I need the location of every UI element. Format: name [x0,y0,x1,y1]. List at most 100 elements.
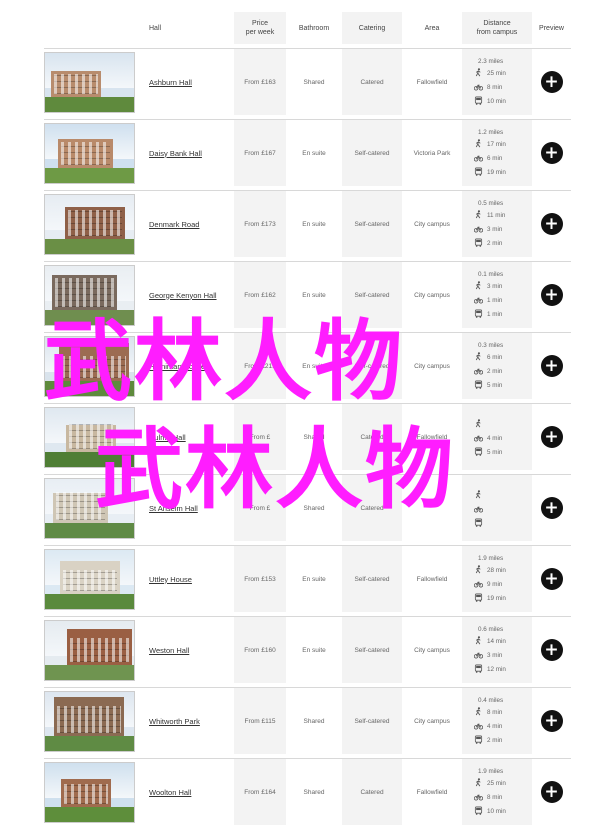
plus-icon: + [544,142,559,163]
plus-icon: + [544,284,559,305]
bathroom-value: Shared [303,433,325,441]
hall-link-whitworth-park[interactable]: Whitworth Park [149,717,200,726]
header-price-line1: Price [252,20,268,27]
walking-person-icon [474,490,483,501]
hall-link-horniman-house[interactable]: Horniman House [149,362,205,371]
bus-icon [474,308,483,320]
distance-miles: 0.5 miles [478,199,504,207]
hall-photo[interactable] [44,761,135,823]
bathroom-value: Shared [303,504,325,512]
header-image-spacer [44,12,142,44]
distance-cell: 2.3 miles 25 min 8 min 10 min [462,49,532,115]
bus-time: 1 min [487,310,503,318]
table-row: St Anselm Hall From £ Shared Catered + [44,474,571,541]
table-row: Whitworth Park From £115 Shared Self-cat… [44,687,571,754]
bus-icon [474,592,483,604]
bathroom-value: En suite [302,220,326,228]
hall-link-daisy-bank-hall[interactable]: Daisy Bank Hall [149,149,202,158]
walk-time: 25 min [487,69,506,77]
hall-photo[interactable] [44,619,135,681]
table-row: George Kenyon Hall From £162 En suite Se… [44,261,571,328]
cycle-time: 3 min [487,225,503,233]
catering-value: Catered [360,78,384,86]
walking-person-icon [474,777,483,789]
preview-plus-button[interactable]: + [540,426,563,448]
area-value: City campus [414,646,450,654]
price-value: From £115 [244,717,276,725]
catering-value: Self-catered [354,291,390,299]
preview-plus-button[interactable]: + [540,710,563,732]
area-value: City campus [414,291,450,299]
walk-time: 17 min [487,140,506,148]
hall-link-hulme-hall[interactable]: Hulme Hall [149,433,186,442]
hall-photo[interactable] [44,51,135,113]
hall-photo[interactable] [44,264,135,326]
plus-icon: + [544,71,559,92]
table-header: Hall Price per week Bathroom Catering Are… [44,12,571,44]
hall-name-cell: Woolton Hall [142,759,234,825]
preview-plus-button[interactable]: + [540,355,563,377]
hall-name-cell: Weston Hall [142,617,234,683]
bus-icon [474,447,483,458]
hall-photo[interactable] [44,406,135,468]
hall-photo[interactable] [44,690,135,752]
preview-plus-button[interactable]: + [540,781,563,803]
hall-name-cell: Hulme Hall [142,404,234,470]
bus-time: 2 min [487,239,503,247]
preview-plus-button[interactable]: + [540,568,563,590]
hall-photo[interactable] [44,122,135,184]
preview-plus-button[interactable]: + [540,142,563,164]
catering-value: Self-catered [354,575,390,583]
area-value: Fallowfield [416,433,448,441]
catering-value: Self-catered [354,149,390,157]
walking-person-icon [474,209,483,221]
distance-cell: 0.6 miles 14 min 3 min 12 min [462,617,532,683]
preview-plus-button[interactable]: + [540,639,563,661]
hall-link-denmark-road[interactable]: Denmark Road [149,220,199,229]
header-distance-line2: from campus [476,29,518,36]
preview-plus-button[interactable]: + [540,497,563,519]
hall-link-ashburn-hall[interactable]: Ashburn Hall [149,78,192,87]
distance-cell: 4 min 5 min [462,404,532,470]
hall-name-cell: Horniman House [142,333,234,399]
table-row: Uttley House From £153 En suite Self-cat… [44,545,571,612]
row-thumbnail-cell [44,475,142,541]
price-value: From £ [249,433,271,441]
preview-plus-button[interactable]: + [540,284,563,306]
catering-value: Catered [360,788,384,796]
hall-link-weston-hall[interactable]: Weston Hall [149,646,189,655]
bus-icon [474,379,483,391]
hall-photo[interactable] [44,548,135,610]
walking-person-icon [474,564,483,576]
distance-miles: 0.6 miles [478,625,504,633]
bathroom-value: En suite [302,575,326,583]
hall-photo[interactable] [44,193,135,255]
hall-link-uttley-house[interactable]: Uttley House [149,575,192,584]
hall-photo[interactable] [44,335,135,397]
walking-person-icon [474,138,483,150]
hall-link-st-anselm-hall[interactable]: St Anselm Hall [149,504,198,513]
hall-link-george-kenyon-hall[interactable]: George Kenyon Hall [149,291,217,300]
distance-miles: 0.1 miles [478,270,504,278]
distance-miles: 1.9 miles [478,554,504,562]
header-price: Price per week [234,12,286,44]
bicycle-icon [474,295,483,306]
walk-time: 25 min [487,779,506,787]
row-thumbnail-cell [44,333,142,399]
table-row: Denmark Road From £173 En suite Self-cat… [44,190,571,257]
preview-plus-button[interactable]: + [540,71,563,93]
hall-photo[interactable] [44,477,135,539]
area-value: City campus [414,717,450,725]
bus-time: 12 min [487,665,506,673]
bathroom-value: En suite [302,646,326,654]
bathroom-value: Shared [303,78,325,86]
hall-name-cell: Uttley House [142,546,234,612]
hall-name-cell: Denmark Road [142,191,234,257]
hall-link-woolton-hall[interactable]: Woolton Hall [149,788,191,797]
distance-cell [462,475,532,541]
walk-time: 28 min [487,566,506,574]
distance-cell: 1.9 miles 28 min 9 min 19 min [462,546,532,612]
price-value: From £153 [244,575,276,583]
cycle-time: 8 min [487,793,503,801]
preview-plus-button[interactable]: + [540,213,563,235]
